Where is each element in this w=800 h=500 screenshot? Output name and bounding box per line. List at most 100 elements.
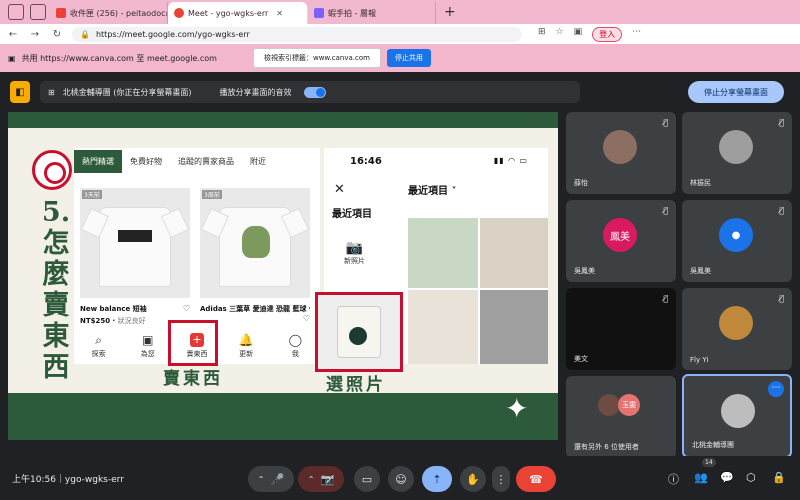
nav-for-you: ▣ 為您: [140, 332, 155, 358]
audio-share-text: 播放分享畫面的音效: [219, 87, 292, 97]
back-icon[interactable]: ←: [6, 29, 20, 40]
participant-tile[interactable]: 🎙̸ 鳳美 吳鳳美: [566, 200, 676, 282]
stop-presenting-button[interactable]: 停止分享螢幕畫面: [688, 81, 784, 103]
participant-tile[interactable]: 🎙̸ 薛怡: [566, 112, 676, 194]
avatar: 鳳美: [603, 218, 637, 252]
product-image: 3周前: [200, 188, 310, 298]
mic-off-icon: 🎙̸: [779, 206, 784, 215]
more-icon[interactable]: ⋯: [632, 27, 641, 42]
participant-tile[interactable]: 🎙̸ Fly Yi: [682, 288, 792, 370]
tab-gmail[interactable]: 收件匣 (256) - peitaodoc@gmail...: [50, 2, 168, 24]
avatar: 玉雯: [618, 394, 640, 416]
login-button[interactable]: 登入: [592, 26, 623, 42]
info-icon[interactable]: ⓘ: [668, 471, 679, 487]
participant-tile-self[interactable]: ⋯ 北桃金輔導團: [682, 374, 792, 458]
camera-icon: 📷: [345, 240, 364, 256]
tab-meet[interactable]: Meet - ygo-wgks-err ✕: [168, 2, 308, 24]
product-card: 3周前 Adidas 三葉草 愛迪達 恐龍 藍球 化石 極新 L♡: [200, 188, 310, 326]
video-options-button[interactable]: ⌃ 📷̸: [298, 466, 344, 492]
bag-icon: ▣: [142, 332, 154, 347]
more-participants-tile[interactable]: 玉雯 還有另外 6 位使用者: [566, 376, 676, 458]
avatar: [603, 130, 637, 164]
photo-thumbnail: [480, 218, 548, 288]
captions-button[interactable]: ▭: [354, 466, 380, 492]
audio-options-button[interactable]: ⌃ 🎤: [248, 466, 294, 492]
avatar: [719, 130, 753, 164]
phone-screenshot-photo-picker: 16:46 ▮▮ ◠ ▭ ✕ 最近項目 ˅ 最近項目 📷 新照片: [315, 148, 548, 372]
more-options-icon[interactable]: ⋯: [768, 381, 784, 397]
collections-icon[interactable]: ▣: [574, 27, 583, 42]
tab-overview-icon[interactable]: [30, 4, 46, 20]
participant-name: Fly Yi: [690, 356, 709, 364]
activities-icon[interactable]: ⬡: [746, 471, 756, 484]
emoji-button[interactable]: ☺: [388, 466, 414, 492]
meeting-time-code: 上午10:56｜ygo-wgks-err: [12, 475, 124, 485]
product-age: 3周前: [202, 190, 222, 199]
search-icon: ⌕: [95, 332, 102, 347]
new-tab-icon[interactable]: +: [436, 4, 464, 24]
close-icon: ✕: [334, 182, 345, 197]
meeting-controls: 上午10:56｜ygo-wgks-err ⌃ 🎤 ⌃ 📷̸ ▭ ☺ ⇡ ✋ ⋮ ☎ …: [0, 456, 800, 500]
favorites-icon[interactable]: ☆: [556, 27, 564, 42]
screen-share-icon: ▣: [8, 53, 16, 63]
tab-hot-picks: 熱門精選: [74, 149, 122, 173]
selected-photo-highlight: [315, 292, 403, 372]
tab-label: 收件匣 (256) - peitaodoc@gmail...: [70, 8, 167, 18]
participant-tile[interactable]: 🎙̸ ● 吳鳳美: [682, 200, 792, 282]
participant-name: 吳鳳美: [574, 267, 595, 275]
stop-sharing-button[interactable]: 停止共用: [386, 49, 431, 67]
product-image: 3天前: [80, 188, 190, 298]
new-photo-option: 📷 新照片: [344, 240, 365, 265]
participant-name: 美文: [574, 355, 588, 363]
present-screen-icon: ⊞: [48, 87, 55, 97]
tab-label: 蝦手拍 - 層報: [328, 8, 376, 18]
meet-top-bar: ◧ ⊞ 北桃金輔導團 (你正在分享螢幕畫面) 播放分享畫面的音效 停止分享螢幕畫…: [0, 72, 800, 112]
meet-panel-icon[interactable]: ◧: [10, 81, 30, 103]
url-field[interactable]: 🔒 https://meet.google.com/ygo-wgks-err: [72, 26, 522, 42]
tab-shopee[interactable]: 蝦手拍 - 層報: [308, 2, 436, 24]
presenting-text: 北桃金輔導團 (你正在分享螢幕畫面): [62, 87, 192, 97]
presented-slide: 5. 怎麼賣東西 熱門精選 免費好物 追蹤的賣家商品 附近 3天前 New ba…: [8, 112, 558, 440]
participant-name: 吳鳳美: [690, 267, 711, 275]
close-tab-icon[interactable]: ✕: [276, 9, 283, 18]
people-count-badge: 14: [702, 458, 716, 467]
tshirt-image: [220, 208, 290, 286]
host-controls-icon[interactable]: 🔒: [772, 471, 786, 484]
more-options-button[interactable]: ⋮: [492, 466, 510, 492]
participant-tile[interactable]: 🎙̸ 林振民: [682, 112, 792, 194]
nav-explore: ⌕ 探索: [91, 332, 106, 358]
raise-hand-button[interactable]: ✋: [460, 466, 486, 492]
participant-tile[interactable]: 🎙̸ 美文: [566, 288, 676, 370]
participant-name: 還有另外 6 位使用者: [574, 443, 639, 451]
browser-tab-strip: 收件匣 (256) - peitaodoc@gmail... Meet - yg…: [0, 0, 800, 24]
chat-icon[interactable]: 💬: [720, 471, 734, 484]
recent-items-menu: 最近項目 ˅: [408, 186, 457, 197]
product-age: 3天前: [82, 190, 102, 199]
lock-icon: 🔒: [80, 29, 90, 39]
phone-status-bar: 16:46 ▮▮ ◠ ▭: [324, 148, 548, 167]
extensions-icon[interactable]: ⊞: [538, 27, 546, 42]
caption-choose-photo: 選照片: [326, 375, 386, 395]
tab-free-items: 免費好物: [130, 156, 162, 166]
product-card: 3天前 New balance 短袖 ♡ NT$250 · 狀況良好: [80, 188, 190, 326]
audio-share-toggle[interactable]: [303, 86, 326, 98]
present-button[interactable]: ⇡: [422, 466, 452, 492]
slide-logo: [32, 150, 72, 190]
sidebar-toggle-icon[interactable]: [8, 4, 24, 20]
people-icon[interactable]: 👥: [694, 471, 708, 484]
address-bar: ← → ↻ 🔒 https://meet.google.com/ygo-wgks…: [0, 24, 800, 44]
forward-icon[interactable]: →: [28, 29, 42, 40]
person-icon: ◯: [288, 332, 303, 347]
tab-label: Meet - ygo-wgks-err: [188, 8, 269, 18]
brand-logo: [118, 230, 152, 242]
slide-vertical-title: 5. 怎麼賣東西: [41, 197, 71, 383]
product-title: New balance 短袖 ♡: [80, 304, 190, 313]
photo-thumbnail: [480, 290, 548, 364]
recent-items-label: 最近項目: [332, 209, 372, 220]
reload-icon[interactable]: ↻: [50, 29, 64, 40]
view-tab-button[interactable]: 檢視索引標籤：www.canva.com: [252, 48, 381, 68]
leave-call-button[interactable]: ☎: [516, 466, 556, 492]
slide-bottom-band: [8, 393, 558, 440]
signal-wifi-battery-icon: ▮▮ ◠ ▭: [493, 156, 528, 165]
bell-icon: 🔔: [238, 332, 254, 347]
